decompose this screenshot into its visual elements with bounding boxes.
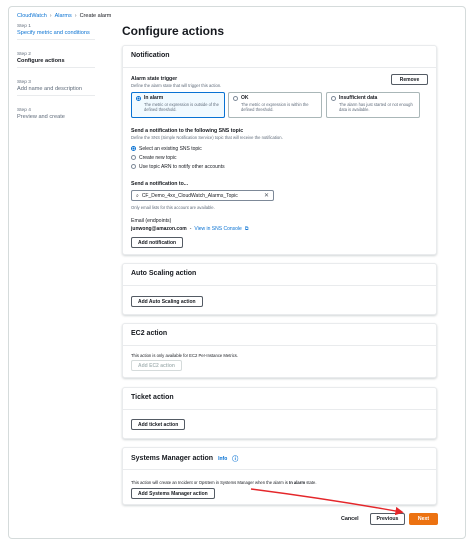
- radio-icon: [233, 95, 238, 101]
- search-icon: ⌕: [136, 192, 139, 199]
- info-link[interactable]: Info: [218, 456, 227, 462]
- option-label: Select an existing SNS topic: [139, 145, 202, 152]
- radio-selected-icon: [136, 95, 141, 101]
- chevron-right-icon: ›: [74, 13, 77, 19]
- autoscaling-panel: Auto Scaling action Add Auto Scaling act…: [122, 263, 437, 315]
- divider: [17, 95, 95, 96]
- state-desc: The metric or expression is outside of t…: [144, 102, 219, 112]
- breadcrumb-current: Create alarm: [79, 13, 112, 19]
- sns-option-topic-arn[interactable]: Use topic ARN to notify other accounts: [131, 162, 283, 171]
- info-icon: ⓘ: [232, 457, 239, 463]
- panel-title: Notification: [123, 46, 436, 68]
- notification-panel: Notification Remove Alarm state trigger …: [122, 45, 437, 255]
- ssm-desc: This action will create an Incident or O…: [131, 480, 317, 485]
- topic-hint: Only email lists for this account are av…: [131, 205, 215, 210]
- desc-bold: In alarm: [289, 480, 306, 485]
- step-label: Step 3: [17, 80, 31, 85]
- breadcrumb: CloudWatch › Alarms › Create alarm: [17, 13, 111, 19]
- ec2-panel: EC2 action This action is only available…: [122, 323, 437, 378]
- step-label: Step 2: [17, 52, 31, 57]
- state-tile-insufficient-data[interactable]: Insufficient data The alarm has just sta…: [326, 92, 420, 118]
- clear-icon[interactable]: ✕: [264, 192, 269, 199]
- sns-option-create-new[interactable]: Create new topic: [131, 153, 283, 162]
- panel-title-row: Systems Manager action Info ⓘ: [123, 448, 436, 470]
- desc-text: This action will create an Incident or O…: [131, 480, 288, 485]
- panel-title: Systems Manager action: [131, 455, 214, 462]
- ticket-panel: Ticket action Add ticket action: [122, 387, 437, 439]
- state-desc: The metric or expression is within the d…: [241, 102, 309, 112]
- wizard-steps: Step 1 Specify metric and conditions Ste…: [17, 24, 105, 136]
- panel-title: EC2 action: [123, 324, 436, 346]
- step-3: Step 3 Add name and description: [17, 80, 105, 108]
- cancel-button[interactable]: Cancel: [341, 516, 359, 522]
- step-current-configure-actions: Configure actions: [17, 58, 65, 64]
- topic-search-input[interactable]: ⌕ CF_Demo_4xx_CloudWatch_Alarms_Topic ✕: [131, 190, 274, 201]
- step-preview: Preview and create: [17, 114, 65, 120]
- step-label: Step 1: [17, 24, 31, 29]
- state-title: Insufficient data: [339, 95, 378, 101]
- external-link-icon: ⧉: [244, 226, 249, 232]
- add-notification-button[interactable]: Add notification: [131, 237, 184, 248]
- panel-title: Auto Scaling action: [123, 264, 436, 286]
- desc-text: state.: [306, 480, 317, 485]
- ec2-desc: This action is only available for EC2 Pe…: [131, 353, 239, 358]
- next-button[interactable]: Next: [409, 513, 438, 525]
- sns-topic-label: Send a notification to the following SNS…: [131, 128, 244, 134]
- radio-icon: [331, 95, 336, 101]
- email-endpoints-label: Email (endpoints): [131, 218, 172, 224]
- step-2: Step 2 Configure actions: [17, 52, 105, 80]
- panel-title: Ticket action: [123, 388, 436, 410]
- radio-icon: [131, 155, 136, 160]
- add-ec2-action-button[interactable]: Add EC2 action: [131, 360, 182, 371]
- step-link-specify-metric[interactable]: Specify metric and conditions: [17, 30, 105, 36]
- topic-value: CF_Demo_4xx_CloudWatch_Alarms_Topic: [141, 192, 238, 199]
- radio-icon: [131, 164, 136, 169]
- send-to-label: Send a notification to...: [131, 181, 189, 187]
- radio-selected-icon: [131, 146, 136, 151]
- email-row: junwong@amazon.com - View in SNS Console…: [131, 226, 248, 232]
- email-value: junwong@amazon.com: [131, 226, 187, 232]
- state-title: OK: [241, 95, 249, 101]
- step-1: Step 1 Specify metric and conditions: [17, 24, 105, 52]
- sns-option-existing[interactable]: Select an existing SNS topic: [131, 144, 283, 153]
- alarm-state-trigger-desc: Define the alarm state that will trigger…: [131, 83, 222, 88]
- main-window: CloudWatch › Alarms › Create alarm Step …: [8, 6, 466, 539]
- state-tile-in-alarm[interactable]: In alarm The metric or expression is out…: [131, 92, 225, 118]
- remove-button[interactable]: Remove: [391, 74, 428, 85]
- add-autoscaling-action-button[interactable]: Add Auto Scaling action: [131, 296, 203, 307]
- state-tile-ok[interactable]: OK The metric or expression is within th…: [228, 92, 322, 118]
- view-sns-console-link[interactable]: View in SNS Console: [194, 226, 241, 232]
- chevron-right-icon: ›: [49, 13, 52, 19]
- divider: [17, 39, 95, 40]
- sns-topic-desc: Define the SNS (Simple Notification Serv…: [131, 135, 283, 140]
- step-4: Step 4 Preview and create: [17, 108, 105, 136]
- option-label: Create new topic: [139, 154, 177, 161]
- divider: [17, 67, 95, 68]
- option-label: Use topic ARN to notify other accounts: [139, 163, 225, 170]
- separator: -: [189, 226, 192, 232]
- add-ticket-action-button[interactable]: Add ticket action: [131, 419, 186, 430]
- state-desc: The alarm has just started or not enough…: [339, 102, 413, 112]
- state-title: In alarm: [144, 95, 164, 101]
- breadcrumb-alarms[interactable]: Alarms: [55, 13, 72, 19]
- alarm-state-trigger-label: Alarm state trigger: [131, 76, 178, 82]
- previous-button[interactable]: Previous: [370, 513, 405, 525]
- page-title: Configure actions: [122, 24, 225, 38]
- step-add-name: Add name and description: [17, 86, 82, 92]
- breadcrumb-cloudwatch[interactable]: CloudWatch: [17, 13, 47, 19]
- step-label: Step 4: [17, 108, 31, 113]
- systems-manager-panel: Systems Manager action Info ⓘ This actio…: [122, 447, 437, 505]
- add-systems-manager-action-button[interactable]: Add Systems Manager action: [131, 488, 215, 499]
